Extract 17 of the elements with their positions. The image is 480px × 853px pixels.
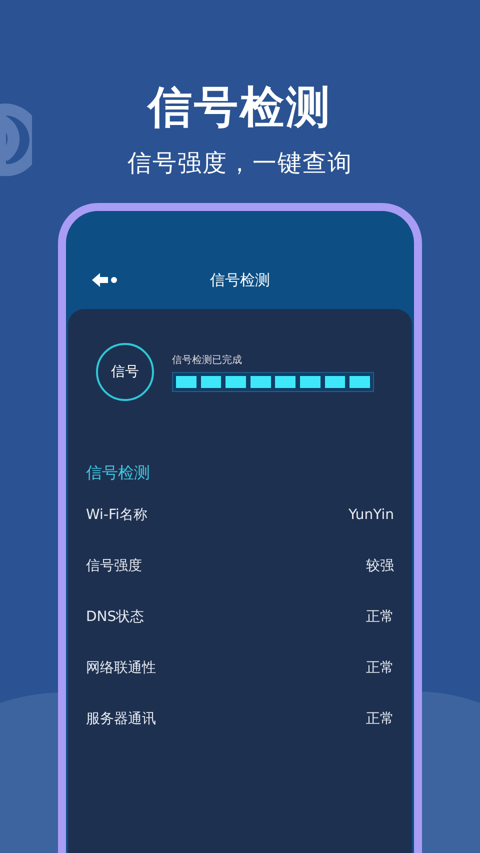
row-label: 网络联通性: [86, 659, 156, 678]
row-value: 正常: [366, 608, 394, 627]
back-icon[interactable]: [90, 272, 118, 288]
subtitle: 信号强度，一键查询: [128, 148, 352, 179]
row-label: Wi-Fi名称: [86, 506, 148, 525]
row-value: 正常: [366, 659, 394, 678]
row-label: 信号强度: [86, 557, 142, 576]
row-label: DNS状态: [86, 608, 144, 627]
row-value: 较强: [366, 557, 394, 576]
row-label: 服务器通讯: [86, 710, 156, 729]
row-value: 正常: [366, 710, 394, 729]
progress-label: 信号检测已完成: [172, 354, 243, 366]
signal-badge: 信号: [96, 343, 154, 401]
screen-title: 信号检测: [210, 270, 270, 290]
section-title: 信号检测: [86, 462, 151, 484]
row-value: YunYin: [348, 506, 394, 525]
headline: 信号检测: [148, 81, 332, 135]
